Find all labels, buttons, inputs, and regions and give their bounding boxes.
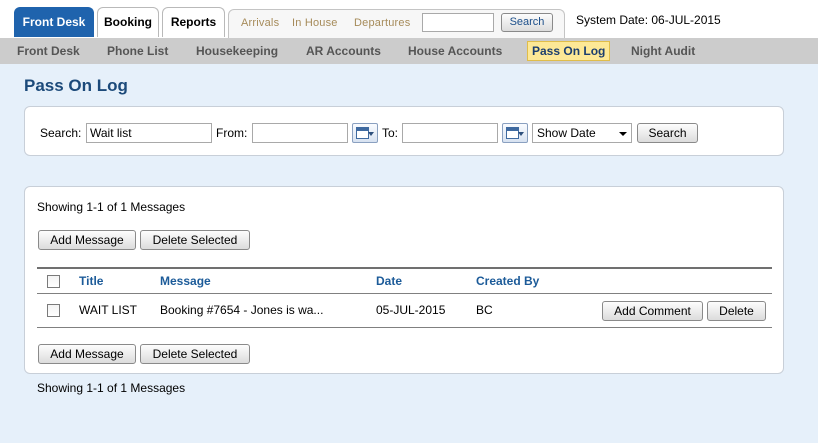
row-title: WAIT LIST bbox=[79, 303, 138, 317]
delete-selected-button[interactable]: Delete Selected bbox=[140, 230, 250, 250]
chevron-down-icon bbox=[368, 132, 374, 136]
add-comment-button[interactable]: Add Comment bbox=[602, 301, 703, 321]
delete-selected-button-bottom[interactable]: Delete Selected bbox=[140, 344, 250, 364]
subnav-item-pass-on-log[interactable]: Pass On Log bbox=[527, 41, 611, 61]
quick-search-input[interactable] bbox=[422, 13, 494, 32]
row-created-by: BC bbox=[476, 303, 493, 317]
search-label: Search: bbox=[40, 126, 82, 140]
subnav-item-night-audit[interactable]: Night Audit bbox=[631, 44, 695, 58]
delete-button[interactable]: Delete bbox=[707, 301, 766, 321]
add-message-button[interactable]: Add Message bbox=[38, 230, 136, 250]
from-calendar-button[interactable] bbox=[352, 123, 378, 143]
tab-front-desk[interactable]: Front Desk bbox=[14, 7, 94, 37]
messages-panel: Showing 1-1 of 1 Messages Add Message De… bbox=[24, 186, 784, 374]
system-date: System Date: 06-JUL-2015 bbox=[576, 13, 721, 27]
page-title: Pass On Log bbox=[24, 76, 128, 95]
date-filter-select[interactable]: Show Date bbox=[532, 123, 632, 143]
column-title[interactable]: Title bbox=[79, 274, 103, 288]
from-date-input[interactable] bbox=[252, 123, 348, 143]
subnav-item-housekeeping[interactable]: Housekeeping bbox=[196, 44, 278, 58]
from-label: From: bbox=[216, 126, 248, 140]
sub-navigation: Front Desk Phone List Housekeeping AR Ac… bbox=[0, 38, 818, 64]
chevron-down-icon bbox=[518, 132, 524, 136]
search-panel: Search: From: To: Show Date Search bbox=[24, 106, 784, 156]
quick-link-departures[interactable]: Departures bbox=[354, 17, 410, 29]
subnav-item-house-accounts[interactable]: House Accounts bbox=[408, 44, 502, 58]
table-divider bbox=[37, 293, 772, 294]
column-date[interactable]: Date bbox=[376, 274, 402, 288]
quick-link-in-house[interactable]: In House bbox=[292, 17, 338, 29]
date-filter-value: Show Date bbox=[537, 126, 596, 140]
row-date: 05-JUL-2015 bbox=[376, 303, 446, 317]
row-checkbox[interactable] bbox=[47, 304, 60, 317]
to-label: To: bbox=[382, 126, 399, 140]
tab-reports[interactable]: Reports bbox=[162, 7, 225, 37]
select-all-checkbox[interactable] bbox=[47, 275, 60, 288]
to-calendar-button[interactable] bbox=[502, 123, 528, 143]
subnav-item-phone-list[interactable]: Phone List bbox=[107, 44, 168, 58]
quick-search-button[interactable]: Search bbox=[501, 13, 553, 32]
to-date-input[interactable] bbox=[402, 123, 498, 143]
tab-booking[interactable]: Booking bbox=[97, 7, 159, 37]
search-button[interactable]: Search bbox=[637, 123, 698, 143]
row-message[interactable]: Booking #7654 - Jones is wa... bbox=[160, 303, 323, 317]
table-header-divider bbox=[37, 267, 772, 269]
showing-count-top: Showing 1-1 of 1 Messages bbox=[37, 200, 186, 214]
add-message-button-bottom[interactable]: Add Message bbox=[38, 344, 136, 364]
quick-link-arrivals[interactable]: Arrivals bbox=[241, 17, 279, 29]
column-message[interactable]: Message bbox=[160, 274, 211, 288]
search-input[interactable] bbox=[86, 123, 212, 143]
subnav-item-ar-accounts[interactable]: AR Accounts bbox=[306, 44, 381, 58]
showing-count-bottom: Showing 1-1 of 1 Messages bbox=[37, 381, 186, 395]
quick-links-bar: Arrivals In House Departures Search bbox=[228, 9, 565, 38]
top-bar: Front Desk Booking Reports Arrivals In H… bbox=[0, 0, 818, 38]
table-bottom-divider bbox=[37, 327, 772, 328]
subnav-item-front-desk[interactable]: Front Desk bbox=[17, 44, 80, 58]
column-created-by[interactable]: Created By bbox=[476, 274, 539, 288]
chevron-down-icon bbox=[619, 132, 627, 136]
